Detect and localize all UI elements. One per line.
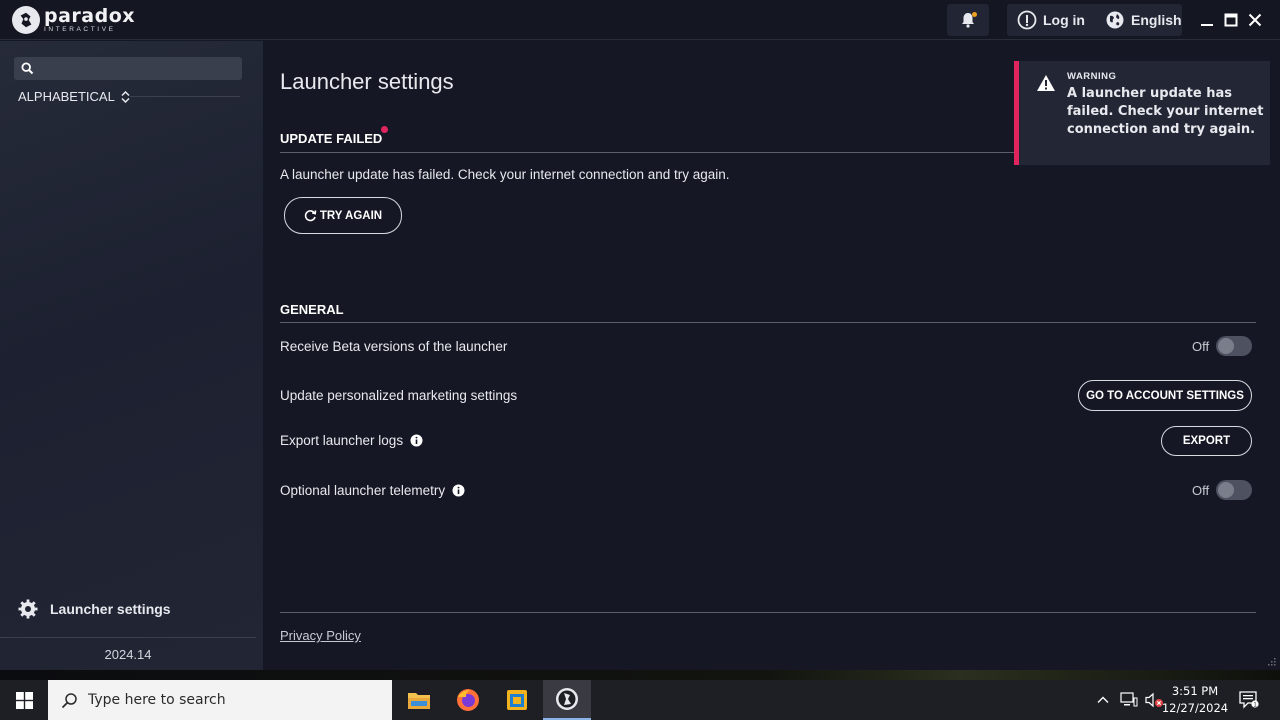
info-icon[interactable] [410, 434, 423, 447]
marketing-label-text: Update personalized marketing settings [280, 388, 518, 403]
clock-date: 12/27/2024 [1161, 701, 1229, 715]
export-logs-label-text: Export launcher logs [280, 433, 404, 448]
window-app-icon [507, 690, 527, 710]
update-divider [280, 152, 1016, 153]
globe-icon [1106, 11, 1124, 29]
paradox-launcher-taskbar-button[interactable] [543, 680, 591, 720]
sidebar-settings-label: Launcher settings [50, 601, 171, 617]
toggle-knob [1218, 338, 1235, 354]
beta-toggle[interactable]: Off [1192, 336, 1253, 356]
notification-badge [972, 12, 977, 17]
sort-label: ALPHABETICAL [18, 89, 115, 104]
export-label: EXPORT [1182, 435, 1231, 447]
marketing-setting-label: Update personalized marketing settings [280, 388, 517, 403]
account-settings-label: GO TO ACCOUNT SETTINGS [1086, 389, 1244, 402]
paradox-logo-icon [12, 6, 40, 34]
sidebar: ALPHABETICAL Launcher settings 2024.14 [0, 41, 263, 670]
launcher-version: 2024.14 [104, 647, 152, 662]
game-search-input[interactable] [14, 57, 242, 80]
minimize-icon [1201, 24, 1213, 26]
warning-toast: WARNING A launcher update has failed. Ch… [1014, 61, 1270, 165]
maximize-icon [1224, 13, 1238, 27]
close-icon [1248, 13, 1262, 27]
start-button[interactable] [0, 680, 48, 720]
toast-message: A launcher update has failed. Check your… [1067, 86, 1264, 137]
gear-icon [18, 599, 38, 619]
app-button[interactable] [493, 680, 541, 720]
telemetry-toggle-state: Off [1192, 482, 1210, 498]
telemetry-toggle[interactable]: Off [1192, 480, 1253, 500]
windows-logo-icon [15, 691, 33, 709]
toggle-knob [1218, 482, 1235, 498]
folder-icon [408, 693, 430, 709]
privacy-policy-link[interactable]: Privacy Policy [280, 628, 361, 643]
footer-divider [280, 612, 1256, 613]
system-tray [1096, 680, 1164, 720]
general-divider [280, 322, 1256, 323]
go-to-account-settings-button[interactable]: GO TO ACCOUNT SETTINGS [1078, 380, 1252, 411]
info-icon[interactable] [452, 484, 465, 497]
language-label: English [1131, 12, 1182, 28]
export-button[interactable]: EXPORT [1161, 426, 1252, 456]
login-button[interactable]: Log in [1017, 10, 1085, 30]
toast-label: WARNING [1067, 71, 1117, 82]
title-bar: paradox INTERACTIVE Log in English [0, 0, 1280, 40]
page-title: Launcher settings [280, 69, 454, 94]
beta-toggle-switch[interactable] [1216, 336, 1253, 356]
notifications-button[interactable] [947, 4, 989, 36]
login-icon [1017, 10, 1037, 30]
general-heading: GENERAL [280, 302, 344, 317]
language-button[interactable]: English [1105, 10, 1182, 30]
action-center-button[interactable]: 1 [1239, 680, 1259, 720]
sort-divider [130, 96, 240, 97]
file-explorer-button[interactable] [395, 680, 443, 720]
chevron-up-icon[interactable] [1096, 693, 1110, 707]
paradox-logo: paradox INTERACTIVE [12, 6, 135, 34]
login-label: Log in [1043, 12, 1085, 28]
sidebar-divider [0, 637, 256, 638]
telemetry-toggle-switch[interactable] [1216, 480, 1253, 500]
update-failed-message: A launcher update has failed. Check your… [280, 167, 730, 182]
firefox-icon [457, 689, 479, 711]
account-bar: Log in English [1007, 4, 1182, 36]
search-icon [21, 62, 34, 75]
resize-grip-icon[interactable] [1266, 656, 1276, 666]
try-again-label: TRY AGAIN [319, 209, 383, 222]
close-button[interactable] [1245, 10, 1265, 30]
taskbar-search-box[interactable]: Type here to search [48, 680, 392, 720]
windows-taskbar: Type here to search 3:51 PM 12/27/2024 1 [0, 680, 1280, 720]
telemetry-setting-label: Optional launcher telemetry [280, 483, 465, 498]
beta-setting-label: Receive Beta versions of the launcher [280, 339, 507, 354]
brand-sub: INTERACTIVE [44, 25, 116, 33]
telemetry-label-text: Optional launcher telemetry [280, 483, 446, 498]
minimize-button[interactable] [1197, 10, 1217, 30]
refresh-icon [304, 210, 317, 222]
maximize-button[interactable] [1221, 10, 1241, 30]
beta-label-text: Receive Beta versions of the launcher [280, 339, 508, 354]
update-alert-dot [381, 126, 388, 133]
export-logs-setting-label: Export launcher logs [280, 433, 423, 448]
beta-toggle-state: Off [1192, 338, 1210, 354]
brand-name: paradox [44, 4, 136, 27]
sort-chevron-icon [121, 90, 130, 103]
search-icon [61, 692, 77, 708]
firefox-button[interactable] [444, 680, 492, 720]
taskbar-search-placeholder: Type here to search [88, 692, 226, 708]
paradox-icon [556, 688, 578, 710]
network-icon[interactable] [1120, 692, 1138, 708]
try-again-button[interactable]: TRY AGAIN [284, 197, 402, 234]
notification-center-icon: 1 [1239, 691, 1259, 709]
clock-time: 3:51 PM [1171, 684, 1219, 698]
sidebar-item-launcher-settings[interactable]: Launcher settings [18, 599, 171, 619]
sort-dropdown[interactable]: ALPHABETICAL [18, 89, 130, 104]
desktop-wallpaper-strip [0, 670, 1280, 680]
update-failed-heading: UPDATE FAILED [280, 131, 383, 146]
launcher-window: paradox INTERACTIVE Log in English ALPHA… [0, 0, 1280, 670]
taskbar-clock[interactable]: 3:51 PM 12/27/2024 [1160, 683, 1230, 717]
warning-icon [1037, 75, 1055, 91]
